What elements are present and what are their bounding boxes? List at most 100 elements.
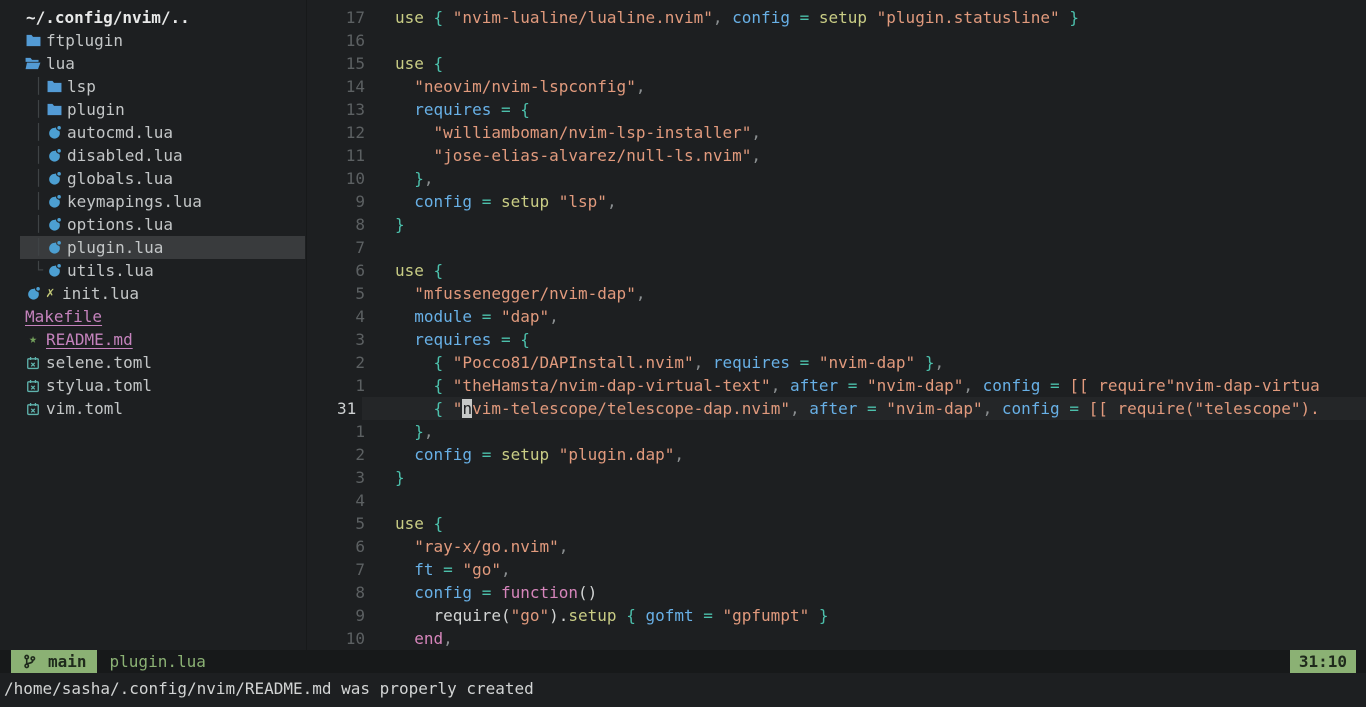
relative-line-number: 12 xyxy=(307,121,395,144)
code-line-text[interactable]: module = "dap", xyxy=(395,305,1366,328)
code-line-text[interactable]: end, xyxy=(395,627,1366,650)
relative-line-number: 8 xyxy=(307,213,395,236)
code-line-text[interactable]: config = function() xyxy=(395,581,1366,604)
block-cursor: n xyxy=(462,399,472,418)
code-line-text[interactable]: "jose-elias-alvarez/null-ls.nvim", xyxy=(395,144,1366,167)
tree-item-stylua-toml[interactable]: stylua.toml xyxy=(0,374,306,397)
code-line-text[interactable]: "ray-x/go.nvim", xyxy=(395,535,1366,558)
tree-item-vim-toml[interactable]: vim.toml xyxy=(0,397,306,420)
relative-line-number: 6 xyxy=(307,535,395,558)
relative-line-number: 7 xyxy=(307,236,395,259)
tree-item-label: ftplugin xyxy=(46,29,123,52)
tree-item-makefile[interactable]: Makefile xyxy=(0,305,306,328)
tree-item-selene-toml[interactable]: selene.toml xyxy=(0,351,306,374)
code-line: 1 { "theHamsta/nvim-dap-virtual-text", a… xyxy=(307,374,1366,397)
tree-item-lsp[interactable]: │lsp xyxy=(0,75,306,98)
code-line: 7 ft = "go", xyxy=(307,558,1366,581)
code-line-text[interactable]: } xyxy=(395,466,1366,489)
tree-item-plugin[interactable]: │plugin xyxy=(0,98,306,121)
relative-line-number: 11 xyxy=(307,144,395,167)
tree-item-options-lua[interactable]: │options.lua xyxy=(0,213,306,236)
star-icon: ★ xyxy=(25,332,41,348)
tree-item-lua[interactable]: lua xyxy=(0,52,306,75)
relative-line-number: 9 xyxy=(307,604,395,627)
tree-item-label: options.lua xyxy=(67,213,173,236)
tree-item-label: init.lua xyxy=(62,282,139,305)
relative-line-number: 13 xyxy=(307,98,395,121)
code-line-text[interactable]: }, xyxy=(395,420,1366,443)
relative-line-number: 6 xyxy=(307,259,395,282)
relative-line-number: 3 xyxy=(307,328,395,351)
relative-line-number: 17 xyxy=(307,6,395,29)
code-line-text[interactable]: use { "nvim-lualine/lualine.nvim", confi… xyxy=(395,6,1366,29)
tree-item-label: lsp xyxy=(67,75,96,98)
tree-item-label: utils.lua xyxy=(67,259,154,282)
code-line-text[interactable] xyxy=(395,29,1366,52)
file-explorer: ~/.config/nvim/.. ftpluginlua│lsp│plugin… xyxy=(0,0,307,650)
code-line-text[interactable]: config = setup "lsp", xyxy=(395,190,1366,213)
code-line-text[interactable]: require("go").setup { gofmt = "gpfumpt" … xyxy=(395,604,1366,627)
code-line: 3 requires = { xyxy=(307,328,1366,351)
tree-item-disabled-lua[interactable]: │disabled.lua xyxy=(0,144,306,167)
code-line: 6use { xyxy=(307,259,1366,282)
folder-closed-icon xyxy=(25,33,41,49)
relative-line-number: 3 xyxy=(307,466,395,489)
tree-item-keymapings-lua[interactable]: │keymapings.lua xyxy=(0,190,306,213)
tree-item-init-lua[interactable]: ✗init.lua xyxy=(0,282,306,305)
git-branch-badge: main xyxy=(11,650,97,673)
relative-line-number: 4 xyxy=(307,305,395,328)
code-line-text[interactable]: "mfussenegger/nvim-dap", xyxy=(395,282,1366,305)
code-line: 11 "jose-elias-alvarez/null-ls.nvim", xyxy=(307,144,1366,167)
tree-root-path: ~/.config/nvim/.. xyxy=(0,6,306,29)
code-line-text[interactable]: requires = { xyxy=(395,98,1366,121)
indent-guide: │ xyxy=(34,236,46,259)
git-branch-icon xyxy=(21,654,37,670)
code-line-text-current[interactable]: { "nvim-telescope/telescope-dap.nvim", a… xyxy=(362,397,1366,420)
statusline: main plugin.lua 31:10 xyxy=(0,650,1366,673)
relative-line-number: 2 xyxy=(307,443,395,466)
relative-line-number: 10 xyxy=(307,167,395,190)
tree-item-label: keymapings.lua xyxy=(67,190,202,213)
relative-line-number: 2 xyxy=(307,351,395,374)
code-line-text[interactable]: } xyxy=(395,213,1366,236)
code-line-text[interactable]: config = setup "plugin.dap", xyxy=(395,443,1366,466)
lua-icon xyxy=(46,240,62,256)
tree-item-label: plugin xyxy=(67,98,125,121)
relative-line-number: 1 xyxy=(307,374,395,397)
code-line: 17use { "nvim-lualine/lualine.nvim", con… xyxy=(307,6,1366,29)
code-line: 8 config = function() xyxy=(307,581,1366,604)
code-line: 7 xyxy=(307,236,1366,259)
tree-item-label: lua xyxy=(46,52,75,75)
tree-item-plugin-lua[interactable]: │plugin.lua xyxy=(20,236,305,259)
tree-item-label: globals.lua xyxy=(67,167,173,190)
code-line: 9 require("go").setup { gofmt = "gpfumpt… xyxy=(307,604,1366,627)
tree-item-autocmd-lua[interactable]: │autocmd.lua xyxy=(0,121,306,144)
code-line-text[interactable]: "neovim/nvim-lspconfig", xyxy=(395,75,1366,98)
code-line-text[interactable]: requires = { xyxy=(395,328,1366,351)
tree-item-readme-md[interactable]: ★README.md xyxy=(0,328,306,351)
relative-line-number: 15 xyxy=(307,52,395,75)
code-line-text[interactable] xyxy=(395,236,1366,259)
tree-item-label: Makefile xyxy=(25,305,102,328)
code-line-text[interactable]: }, xyxy=(395,167,1366,190)
code-line: 5use { xyxy=(307,512,1366,535)
relative-line-number: 7 xyxy=(307,558,395,581)
code-line: 12 "williamboman/nvim-lsp-installer", xyxy=(307,121,1366,144)
tree-item-globals-lua[interactable]: │ globals.lua xyxy=(0,167,306,190)
code-line-text[interactable]: use { xyxy=(395,512,1366,535)
code-line-text[interactable]: ft = "go", xyxy=(395,558,1366,581)
code-line-text[interactable]: { "Pocco81/DAPInstall.nvim", requires = … xyxy=(395,351,1366,374)
tree-item-ftplugin[interactable]: ftplugin xyxy=(0,29,306,52)
code-line-text[interactable]: { "theHamsta/nvim-dap-virtual-text", aft… xyxy=(395,374,1366,397)
code-line-text[interactable]: use { xyxy=(395,52,1366,75)
tree-item-utils-lua[interactable]: └utils.lua xyxy=(0,259,306,282)
relative-line-number: 5 xyxy=(307,512,395,535)
code-line-text[interactable]: use { xyxy=(395,259,1366,282)
tree-item-label: vim.toml xyxy=(46,397,123,420)
toml-icon xyxy=(25,355,41,371)
code-line-text[interactable] xyxy=(395,489,1366,512)
indent-guide: │ xyxy=(34,167,46,190)
code-line-text[interactable]: "williamboman/nvim-lsp-installer", xyxy=(395,121,1366,144)
relative-line-number: 16 xyxy=(307,29,395,52)
relative-line-number: 1 xyxy=(307,420,395,443)
